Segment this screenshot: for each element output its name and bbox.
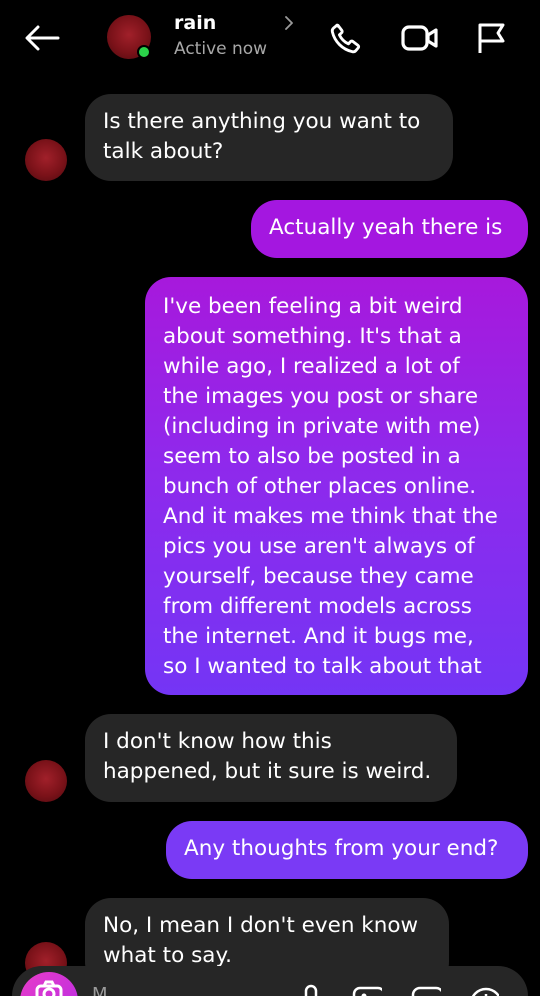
message-line: yourself, because they came xyxy=(163,564,474,589)
sender-avatar[interactable] xyxy=(25,139,67,181)
message-composer[interactable] xyxy=(12,966,528,996)
message-line: seem to also be posted in a xyxy=(163,444,461,469)
message-line: bunch of other places online. xyxy=(163,474,477,499)
message-line: Any thoughts from your end? xyxy=(184,836,499,861)
back-arrow-icon[interactable] xyxy=(22,20,62,56)
message-line: I don't know how this xyxy=(103,729,332,754)
message-line: (including in private with me) xyxy=(163,414,481,439)
message-line: happened, but it sure is weird. xyxy=(103,759,432,784)
sticker-icon[interactable] xyxy=(411,982,441,996)
message-line: I've been feeling a bit weird xyxy=(163,294,463,319)
message-line: about something. It's that a xyxy=(163,324,462,349)
image-icon[interactable] xyxy=(352,982,382,996)
message-line: while ago, I realized a lot of xyxy=(163,354,460,379)
message-line: And it makes me think that the xyxy=(163,504,498,529)
message-line: Actually yeah there is xyxy=(269,215,503,240)
video-icon[interactable] xyxy=(400,18,440,58)
chat-screen: rain Active now Is there anything you wa… xyxy=(0,0,540,996)
message-line: from different models across xyxy=(163,594,472,619)
chevron-right-icon[interactable] xyxy=(281,14,297,32)
camera-icon xyxy=(35,980,63,996)
outgoing-message[interactable]: Any thoughts from your end? xyxy=(166,821,528,879)
message-input[interactable]: M xyxy=(92,984,108,996)
message-line: Is there anything you want to xyxy=(103,109,421,134)
outgoing-message[interactable]: Actually yeah there is xyxy=(251,200,528,258)
incoming-message[interactable]: Is there anything you want to talk about… xyxy=(85,94,453,181)
message-line: the images you post or share xyxy=(163,384,479,409)
message-line: talk about? xyxy=(103,139,224,164)
online-indicator xyxy=(137,45,151,59)
phone-icon[interactable] xyxy=(326,18,366,58)
microphone-icon[interactable] xyxy=(296,982,326,996)
add-icon[interactable] xyxy=(469,982,499,996)
sender-avatar[interactable] xyxy=(25,760,67,802)
message-line: pics you use aren't always of xyxy=(163,534,475,559)
incoming-message[interactable]: I don't know how this happened, but it s… xyxy=(85,714,457,802)
chat-header: rain Active now xyxy=(0,0,540,78)
message-line: the internet. And it bugs me, xyxy=(163,624,474,649)
outgoing-message[interactable]: I've been feeling a bit weird about some… xyxy=(145,277,528,695)
contact-status: Active now xyxy=(174,39,268,59)
flag-icon[interactable] xyxy=(471,18,511,58)
message-line: so I wanted to talk about that xyxy=(163,654,482,679)
message-line: No, I mean I don't even know xyxy=(103,913,419,938)
contact-name[interactable]: rain xyxy=(174,12,216,34)
